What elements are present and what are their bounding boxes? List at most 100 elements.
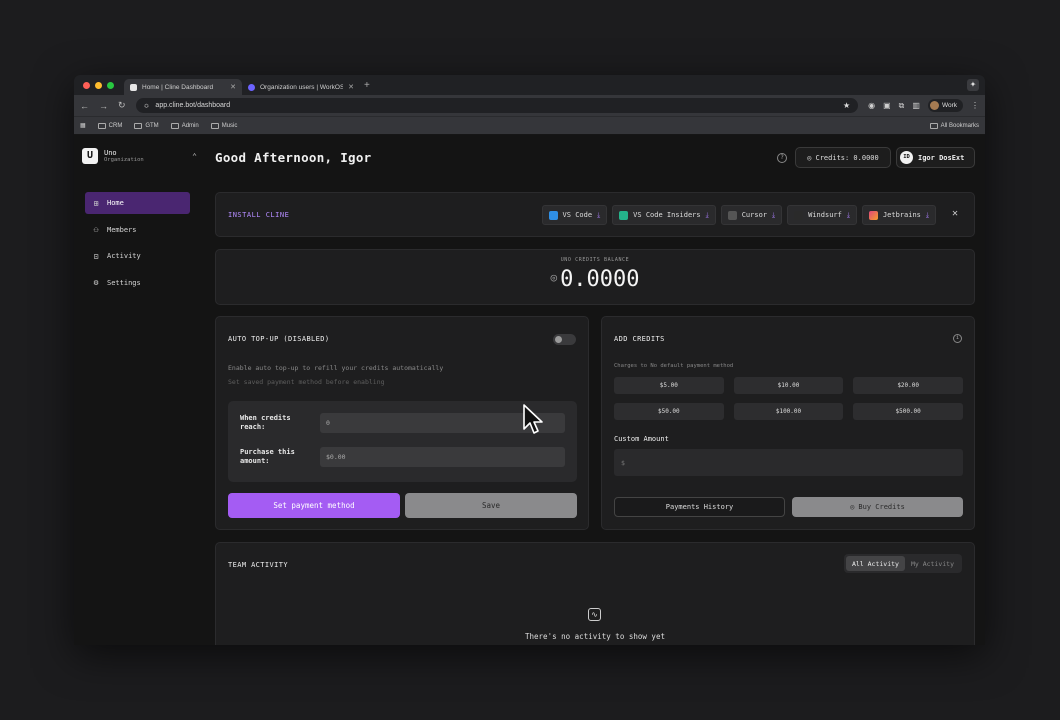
auto-topup-title: AUTO TOP-UP (DISABLED): [228, 335, 330, 343]
jetbrains-icon: [868, 210, 878, 220]
set-payment-method-button[interactable]: Set payment method: [228, 493, 400, 518]
toolbar-icons: ◉ ▣ ⧉ ▥ Work ⋮: [868, 99, 979, 112]
balance-card: UNO CREDITS BALANCE ◎ 0.0000: [215, 249, 975, 305]
install-cursor-button[interactable]: Cursor ⤓: [720, 205, 783, 225]
org-switcher[interactable]: U Uno Organization ⌃: [82, 148, 197, 164]
label-line: reach:: [240, 423, 266, 431]
close-tab-icon[interactable]: ✕: [348, 83, 354, 91]
all-bookmarks[interactable]: All Bookmarks: [929, 122, 979, 129]
gear-icon: ⚙: [93, 278, 99, 287]
bookmark-label: CRM: [108, 122, 123, 129]
minimize-window-button[interactable]: [95, 81, 102, 89]
amount-button[interactable]: $50.00: [614, 403, 724, 420]
sidebar-item-settings[interactable]: ⚙ Settings: [85, 272, 190, 294]
label-line: amount:: [240, 457, 270, 465]
back-icon[interactable]: ←: [80, 101, 89, 111]
download-icon: ⤓: [772, 210, 776, 219]
close-window-button[interactable]: [83, 81, 90, 89]
amount-button[interactable]: $10.00: [733, 377, 844, 394]
address-bar-row: ← → ↻ ≎ app.cline.bot/dashboard ★ ◉ ▣ ⧉ …: [74, 95, 985, 116]
tab-my-activity[interactable]: My Activity: [905, 556, 960, 571]
users-icon: ⚇: [93, 225, 99, 234]
tab-all-activity[interactable]: All Activity: [845, 556, 905, 571]
puzzle-icon[interactable]: ⧉: [899, 101, 905, 111]
browser-extension-icon[interactable]: ✦: [967, 79, 979, 91]
coin-icon: ◎: [807, 153, 812, 162]
buy-credits-label: Buy Credits: [858, 503, 905, 511]
download-icon: ⤓: [846, 210, 850, 219]
when-credits-label: When credits reach:: [240, 414, 320, 433]
bookmark-admin[interactable]: Admin: [170, 122, 199, 129]
cursor-icon: [727, 210, 737, 220]
bookmark-label: Music: [221, 122, 238, 129]
site-info-icon[interactable]: ≎: [144, 102, 150, 110]
user-menu-button[interactable]: ID Igor DosExt: [896, 147, 975, 168]
extension-icon[interactable]: ◉: [868, 101, 875, 110]
buy-credits-button[interactable]: ◎ Buy Credits: [792, 497, 963, 517]
bookmark-music[interactable]: Music: [210, 122, 238, 129]
credits-button[interactable]: ◎ Credits: 0.0000: [795, 147, 891, 168]
avatar: ID: [900, 151, 913, 164]
browser-tab-dashboard[interactable]: Home | Cline Dashboard ✕: [124, 79, 242, 95]
new-tab-icon[interactable]: +: [364, 80, 370, 91]
ide-label: Cursor: [741, 211, 768, 219]
extension-icon[interactable]: ▣: [883, 101, 891, 110]
reload-icon[interactable]: ↻: [118, 100, 126, 111]
sidebar-nav: ⊞ Home ⚇ Members ⊡ Activity ⚙ Settings: [85, 192, 190, 298]
profile-button[interactable]: Work: [927, 99, 963, 112]
vscode-insiders-icon: [619, 210, 629, 220]
maximize-window-button[interactable]: [107, 81, 114, 89]
amount-grid: $5.00 $10.00 $20.00 $50.00 $100.00 $500.…: [614, 377, 963, 420]
url-text: app.cline.bot/dashboard: [155, 102, 231, 109]
close-tab-icon[interactable]: ✕: [230, 83, 236, 91]
info-icon[interactable]: i: [953, 334, 962, 343]
install-vscode-button[interactable]: VS Code ⤓: [541, 205, 608, 225]
window-controls: [83, 81, 114, 89]
save-button[interactable]: Save: [405, 493, 577, 518]
browser-tab-workos[interactable]: Organization users | WorkOS ✕: [242, 79, 360, 95]
bookmark-gtm[interactable]: GTM: [134, 122, 159, 129]
page-title: Good Afternoon, Igor: [215, 150, 372, 165]
close-icon[interactable]: ✕: [952, 208, 958, 219]
help-icon[interactable]: ?: [777, 153, 787, 163]
purchase-amount-input[interactable]: $0.00: [320, 447, 565, 467]
download-icon: ⤓: [597, 210, 601, 219]
app-root: U Uno Organization ⌃ ⊞ Home ⚇ Members ⊡: [74, 135, 985, 645]
download-icon: ⤓: [925, 210, 929, 219]
bookmark-star-icon[interactable]: ★: [843, 101, 850, 110]
amount-button[interactable]: $100.00: [733, 403, 844, 420]
install-jetbrains-button[interactable]: Jetbrains ⤓: [861, 205, 936, 225]
install-cline-card: INSTALL CLINE VS Code ⤓ VS Code Insiders…: [215, 192, 975, 237]
custom-amount-input[interactable]: $: [614, 449, 963, 476]
balance-value-row: ◎ 0.0000: [216, 267, 974, 292]
main-content: Good Afternoon, Igor ? ◎ Credits: 0.0000…: [215, 135, 975, 645]
sidepanel-icon[interactable]: ▥: [912, 101, 920, 110]
charges-note: Charges to No default payment method: [614, 363, 734, 369]
balance-label: UNO CREDITS BALANCE: [560, 257, 630, 263]
install-vscode-insiders-button[interactable]: VS Code Insiders ⤓: [612, 205, 716, 225]
when-credits-row: When credits reach: 0: [240, 413, 565, 433]
bookmark-crm[interactable]: CRM: [97, 122, 123, 129]
amount-button[interactable]: $5.00: [614, 377, 724, 394]
folder-icon: [97, 122, 106, 129]
menu-icon[interactable]: ⋮: [971, 101, 979, 110]
apps-grid-icon[interactable]: ▦: [80, 122, 86, 129]
forward-icon[interactable]: →: [99, 101, 108, 111]
url-field[interactable]: ≎ app.cline.bot/dashboard ★: [135, 98, 859, 113]
mouse-cursor-icon: [523, 404, 543, 434]
sidebar-item-activity[interactable]: ⊡ Activity: [85, 245, 190, 267]
install-windsurf-button[interactable]: Windsurf ⤓: [787, 205, 857, 225]
label-line: When credits: [240, 413, 291, 422]
sidebar-item-home[interactable]: ⊞ Home: [85, 192, 190, 214]
amount-button[interactable]: $500.00: [853, 403, 963, 420]
grid-icon: ⊞: [93, 198, 99, 208]
user-name: Igor DosExt: [918, 153, 965, 162]
sidebar-item-members[interactable]: ⚇ Members: [85, 219, 190, 241]
folder-icon: [134, 122, 143, 129]
payments-history-button[interactable]: Payments History: [614, 497, 785, 517]
custom-amount-label: Custom Amount: [614, 435, 669, 443]
amount-button[interactable]: $20.00: [853, 377, 963, 394]
empty-state-text: There's no activity to show yet: [525, 632, 665, 641]
auto-topup-toggle[interactable]: [553, 334, 576, 345]
ide-label: Jetbrains: [882, 211, 921, 219]
